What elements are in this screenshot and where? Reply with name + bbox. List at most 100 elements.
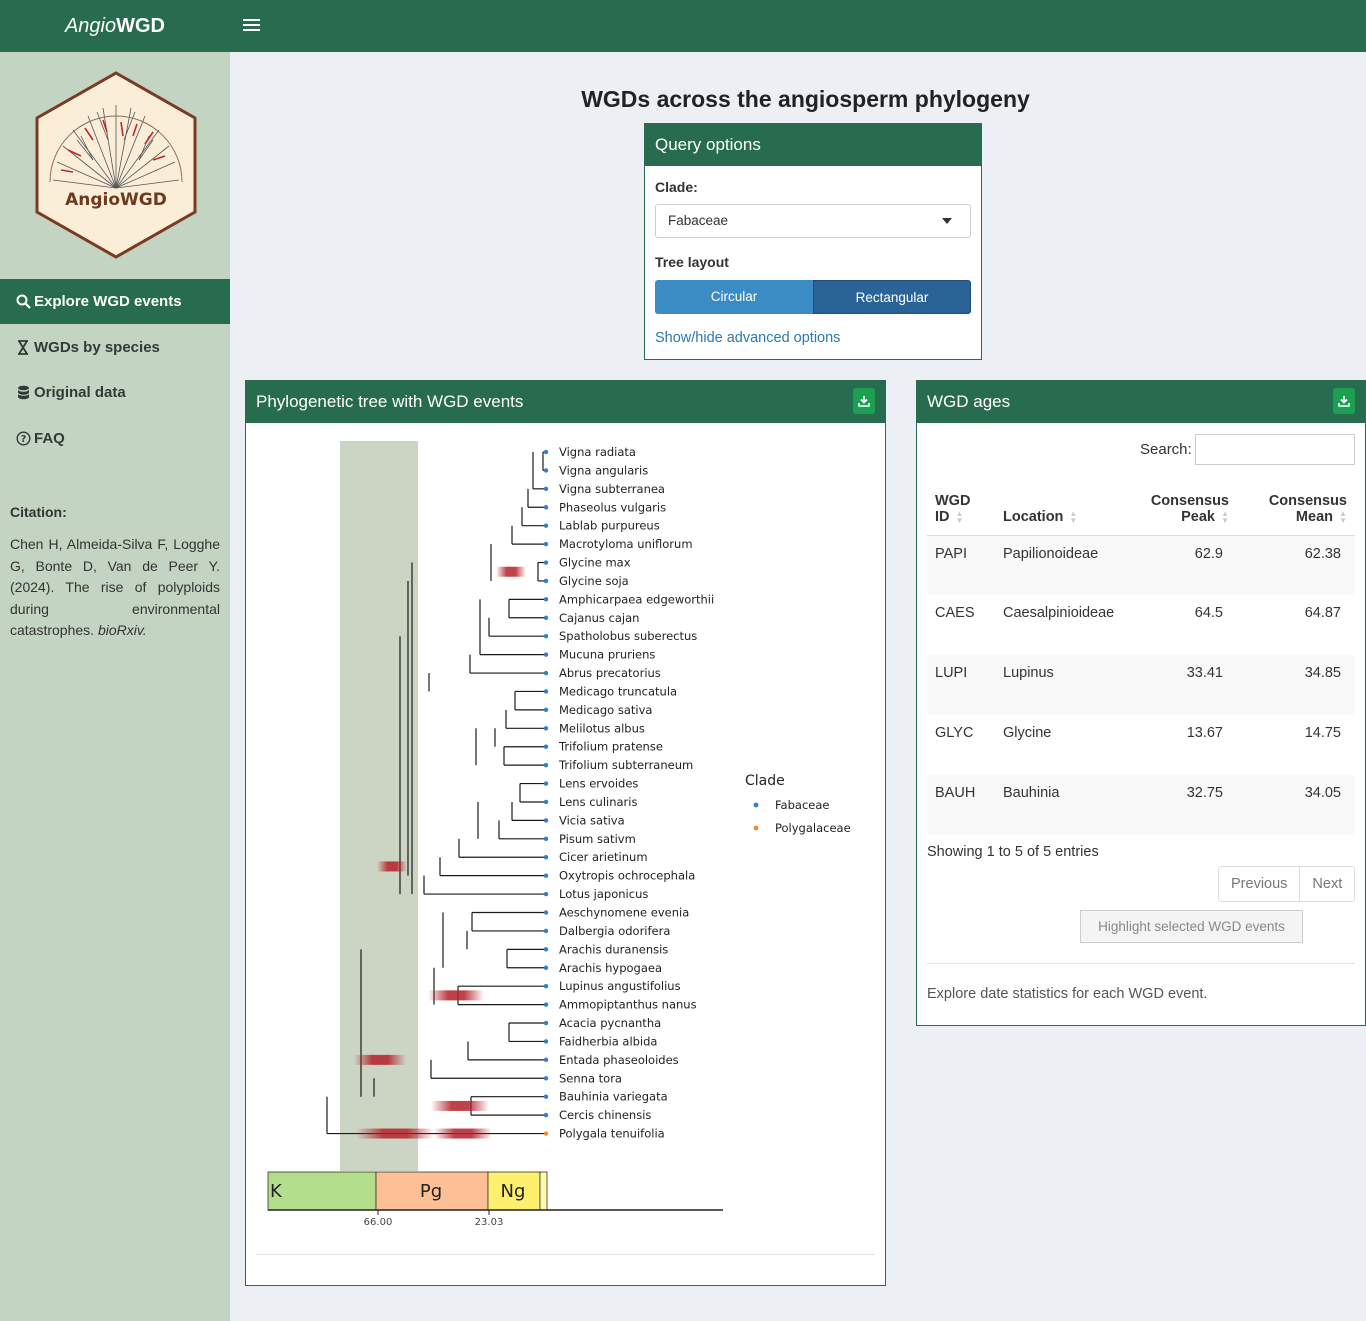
species-label: Senna tora [559, 1071, 622, 1085]
tip-point [543, 689, 549, 694]
advanced-options-link[interactable]: Show/hide advanced options [655, 330, 840, 346]
tip-point [543, 634, 549, 639]
previous-page-button[interactable]: Previous [1219, 867, 1299, 901]
sidebar-item-wgds-by-species[interactable]: WGDs by species [0, 325, 230, 370]
clade-label: Clade: [655, 179, 698, 195]
sidebar: AngioWGD Explore WGD events WGDs by spec… [0, 52, 230, 1321]
query-options-panel: Query options Clade: Fabaceae Tree layou… [644, 123, 982, 360]
species-label: Macrotyloma uniflorum [559, 537, 693, 551]
wgd-event-marker [431, 1100, 489, 1111]
species-label: Mucuna pruriens [559, 648, 655, 662]
legend-label: Polygalaceae [775, 821, 851, 835]
tree-footer-divider [256, 1254, 875, 1255]
tip-point [543, 1057, 549, 1063]
wgd-ages-table: WGD ID ▲ ▼ Location ▲ ▼ Consensus Peak ▲ ▼ Con… [927, 481, 1355, 835]
citation-block: Citation: Chen H, Almeida-Silva F, Loggh… [10, 504, 220, 642]
wgd-event-marker [496, 566, 526, 577]
angiowgd-logo: AngioWGD [33, 70, 199, 260]
table-row[interactable]: GLYC Glycine 13.67 14.75 [927, 715, 1355, 775]
table-info: Showing 1 to 5 of 5 entries [927, 844, 1099, 860]
app-brand[interactable]: AngioWGD [0, 0, 230, 52]
ages-footer-text: Explore date statistics for each WGD eve… [927, 986, 1208, 1002]
tip-point [543, 799, 549, 805]
sidebar-item-original-data[interactable]: Original data [0, 370, 230, 415]
tip-point [543, 983, 549, 989]
citation-text: Chen H, Almeida-Silva F, Logghe G, Bonte… [10, 536, 220, 638]
table-row[interactable]: CAES Caesalpinioideae 64.5 64.87 [927, 595, 1355, 655]
species-label: Entada phaseoloides [559, 1053, 679, 1067]
layout-rectangular-button[interactable]: Rectangular [813, 280, 971, 314]
tip-point [543, 468, 549, 473]
page-title: WGDs across the angiosperm phylogeny [581, 86, 1030, 112]
wgd-event-marker [356, 1128, 434, 1139]
tip-point [543, 781, 549, 786]
wgd-ages-panel: WGD ages Search: WGD ID ▲ ▼ Location ▲ ▼ Con… [916, 380, 1366, 1026]
legend-label: Fabaceae [775, 798, 829, 812]
tip-point [543, 523, 549, 528]
species-label: Spatholobus suberectus [559, 629, 697, 643]
species-label: Ammopiptanthus nanus [559, 998, 697, 1012]
geo-period-q [539, 1171, 548, 1211]
chevron-down-icon [942, 218, 952, 224]
tip-point [543, 836, 549, 842]
species-label: Vigna subterranea [559, 482, 665, 496]
geo-period-label: K [270, 1181, 283, 1202]
species-label: Trifolium subterraneum [558, 758, 693, 772]
tip-point [543, 615, 549, 620]
column-header-location[interactable]: Location ▲ ▼ [995, 481, 1125, 536]
table-row[interactable]: PAPI Papilionoideae 62.9 62.38 [927, 535, 1355, 595]
species-label: Cajanus cajan [559, 611, 639, 625]
svg-text:?: ? [20, 434, 26, 445]
pagination: Previous Next [1218, 866, 1356, 902]
species-label: Melilotus albus [559, 721, 645, 735]
highlight-wgd-events-button[interactable]: Highlight selected WGD events [1080, 910, 1303, 943]
sidebar-item-faq[interactable]: ? FAQ [0, 416, 230, 461]
tip-point [543, 486, 549, 492]
species-label: Acacia pycnantha [559, 1016, 661, 1030]
download-ages-button[interactable] [1333, 388, 1355, 414]
tree-layout-label: Tree layout [655, 254, 729, 270]
species-label: Vicia sativa [559, 813, 625, 827]
species-label: Glycine max [559, 556, 631, 570]
question-circle-icon: ? [14, 430, 32, 448]
search-icon [14, 293, 32, 311]
column-header-consensus-mean[interactable]: Consensus Mean ▲ ▼ [1237, 481, 1355, 536]
next-page-button[interactable]: Next [1299, 867, 1354, 901]
column-header-wgd-id[interactable]: WGD ID ▲ ▼ [927, 481, 995, 536]
tip-point [543, 726, 549, 731]
species-label: Glycine soja [559, 574, 629, 588]
citation-title: Citation: [10, 504, 67, 520]
column-header-consensus-peak[interactable]: Consensus Peak ▲ ▼ [1125, 481, 1237, 536]
sidebar-item-explore-wgd-events[interactable]: Explore WGD events [0, 279, 230, 324]
tip-point [543, 1076, 549, 1081]
download-tree-button[interactable] [853, 388, 875, 414]
species-label: Abrus precatorius [559, 666, 661, 680]
species-label: Cicer arietinum [559, 850, 648, 864]
axis-tick-label: 23.03 [475, 1217, 504, 1228]
tip-point [543, 947, 549, 952]
tip-point [543, 578, 549, 584]
species-label: Faidherbia albida [559, 1034, 657, 1048]
geo-period-k [267, 1171, 377, 1211]
database-icon [14, 384, 32, 402]
table-row[interactable]: LUPI Lupinus 33.41 34.85 [927, 655, 1355, 715]
layout-circular-button[interactable]: Circular [655, 280, 813, 314]
species-label: Cercis chinensis [559, 1108, 651, 1122]
species-label: Arachis hypogaea [559, 961, 662, 975]
tip-point [543, 652, 549, 657]
table-row[interactable]: BAUH Bauhinia 32.75 34.05 [927, 775, 1355, 835]
species-label: Trifolium pratense [558, 740, 663, 754]
tip-point [543, 449, 549, 455]
clade-select[interactable]: Fabaceae [655, 204, 971, 238]
ages-footer-divider [927, 963, 1355, 964]
tip-point [543, 707, 549, 713]
search-input[interactable] [1195, 434, 1355, 465]
species-label: Dalbergia odorifera [559, 924, 670, 938]
sidebar-toggle-menu-icon[interactable] [243, 16, 260, 36]
tree-panel-header: Phylogenetic tree with WGD events [246, 381, 885, 423]
svg-text:AngioWGD: AngioWGD [65, 190, 167, 210]
geo-period-label: Pg [420, 1181, 442, 1202]
tip-point [543, 928, 549, 934]
species-label: Lens ervoides [559, 777, 638, 791]
tip-point [543, 1002, 549, 1007]
